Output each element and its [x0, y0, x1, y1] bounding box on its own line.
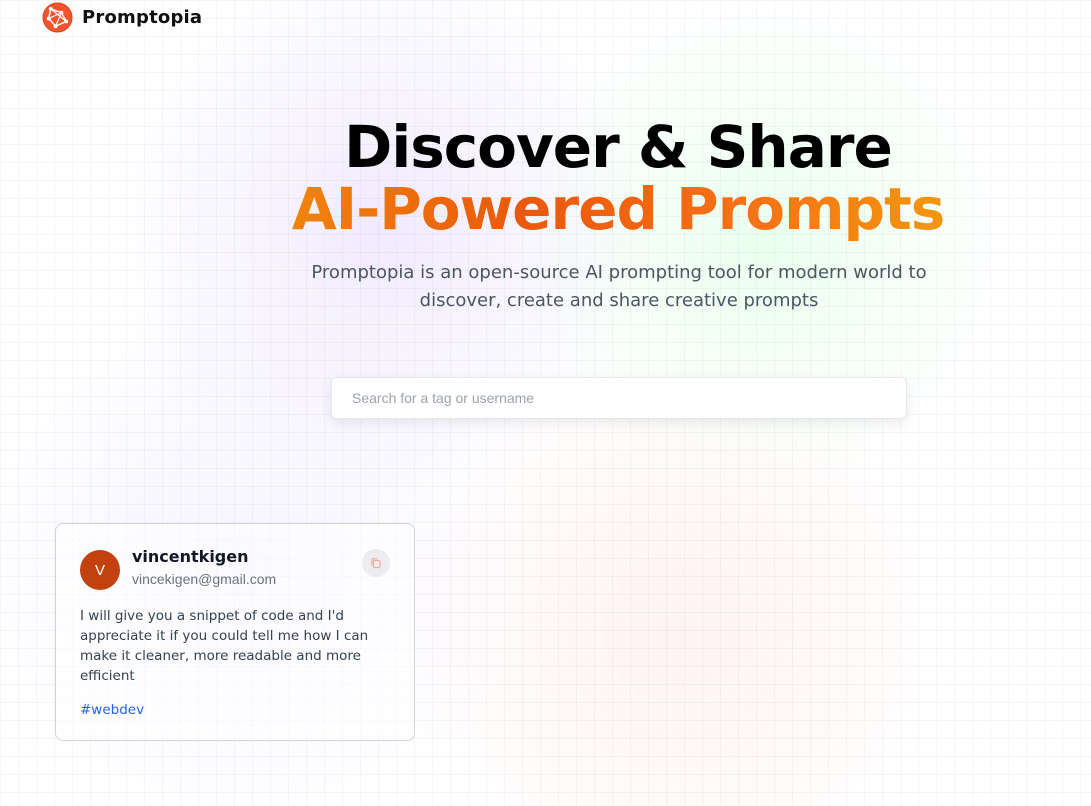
search-input[interactable]	[331, 377, 907, 419]
username[interactable]: vincentkigen	[132, 545, 276, 569]
hero-subtitle: Promptopia is an open-source AI promptin…	[311, 262, 927, 311]
hero-title: Discover & Share	[344, 113, 893, 181]
user-text: vincentkigen vincekigen@gmail.com	[132, 547, 277, 589]
prompt-card: V vincentkigen vincekigen@gmail.com I wi…	[55, 523, 415, 741]
user-info[interactable]: V vincentkigen vincekigen@gmail.com	[80, 547, 277, 590]
avatar[interactable]: V	[80, 550, 120, 590]
brand-name[interactable]: Promptopia	[82, 7, 202, 28]
user-email: vincekigen@gmail.com	[132, 571, 277, 587]
navbar: Promptopia	[42, 0, 202, 34]
prompt-card-header: V vincentkigen vincekigen@gmail.com	[80, 547, 390, 590]
prompt-text: I will give you a snippet of code and I'…	[80, 608, 369, 684]
search-form	[331, 377, 907, 419]
globe-network-icon[interactable]	[42, 1, 73, 33]
prompt-tag[interactable]: #webdev	[80, 702, 144, 718]
copy-icon	[371, 558, 381, 569]
hero-title-gradient: AI-Powered Prompts	[148, 176, 1088, 242]
copy-button[interactable]	[362, 549, 390, 577]
